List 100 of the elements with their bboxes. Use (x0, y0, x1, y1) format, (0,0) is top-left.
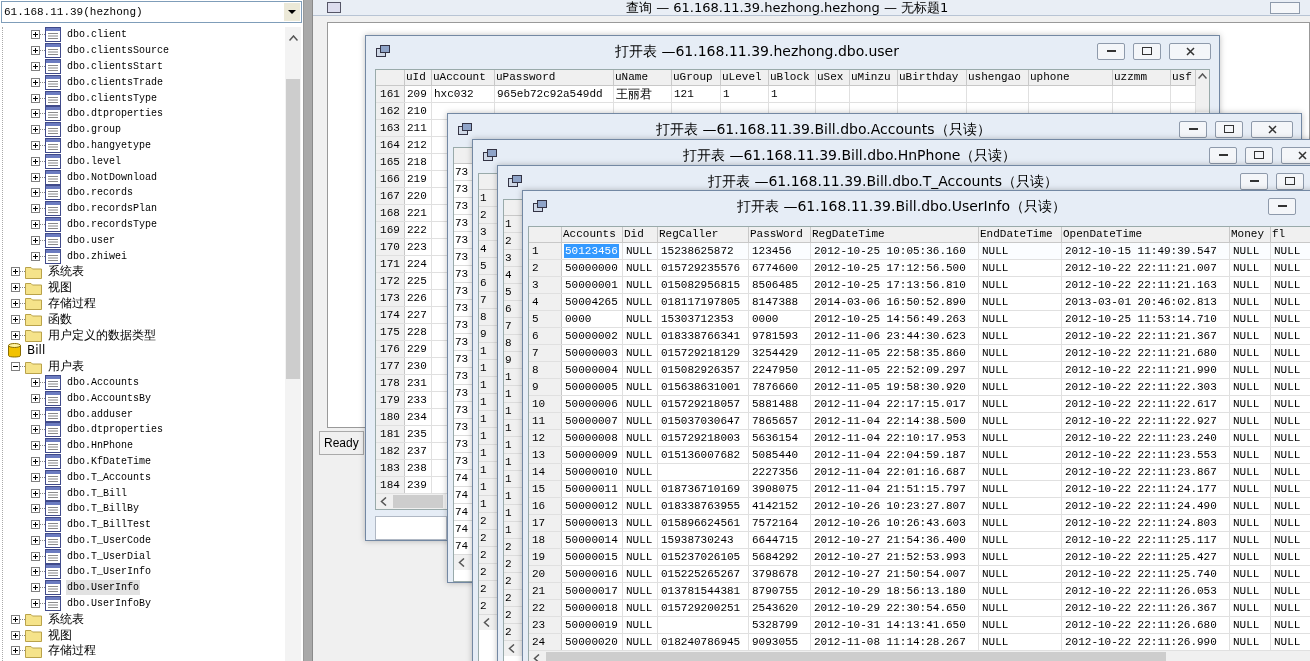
row-number[interactable]: 172 (376, 273, 405, 289)
row-number[interactable]: 20 (529, 566, 562, 582)
row-number[interactable]: 3 (529, 277, 562, 293)
tree-item[interactable]: 存储过程 (47, 295, 97, 311)
column-header[interactable]: uphone (1029, 70, 1113, 85)
row-number[interactable]: 180 (376, 409, 405, 425)
row-number[interactable]: 17 (529, 515, 562, 531)
row-number[interactable]: 12 (529, 430, 562, 446)
connection-select[interactable]: 61.168.11.39(hezhong) (1, 1, 302, 23)
tree-item[interactable]: dbo.clientsSource (66, 43, 171, 59)
column-header[interactable]: Did (623, 227, 658, 242)
tree-item[interactable]: dbo.T_Bill (66, 485, 128, 501)
row-number[interactable]: 179 (376, 392, 405, 408)
column-header[interactable]: uBirthday (898, 70, 967, 85)
table-row[interactable]: 12 50000008 NULL 015729218003 5636154 2012-11-04 22:10:17.953 NULL 2012-10-22 22:11:23.240 NULL NULL (529, 430, 1310, 447)
table-row[interactable]: 23 50000019 NULL 5328799 2012-10-31 14:13:41.650 NULL 2012-10-22 22:11:26.680 NULL NULL (529, 617, 1310, 634)
row-number[interactable]: 18 (529, 532, 562, 548)
tree-item[interactable]: 视图 (47, 627, 73, 643)
row-number[interactable]: 163 (376, 120, 405, 136)
row-number[interactable]: 174 (376, 307, 405, 323)
row-number[interactable]: 162 (376, 103, 405, 119)
row-number[interactable]: 10 (529, 396, 562, 412)
row-number[interactable]: 8 (529, 362, 562, 378)
tree-item[interactable]: dbo.T_UserCode (66, 532, 152, 548)
row-number[interactable]: 173 (376, 290, 405, 306)
row-number[interactable]: 168 (376, 205, 405, 221)
table-row[interactable]: 18 50000014 NULL 15938730243 6644715 2012-10-27 21:54:36.400 NULL 2012-10-22 22:11:25.117 NULL NULL (529, 532, 1310, 549)
table-row[interactable]: 1 50123456 NULL 15238625872 123456 2012-10-25 10:05:36.160 NULL 2012-10-15 11:49:39.547 NULL NULL (529, 243, 1310, 260)
row-number[interactable]: 182 (376, 443, 405, 459)
table-row[interactable]: 19 50000015 NULL 015237026105 5684292 2012-10-27 21:52:53.993 NULL 2012-10-22 22:11:25.427 NULL NULL (529, 549, 1310, 566)
tree-item[interactable]: dbo.UserInfo (66, 580, 140, 596)
row-number[interactable]: 184 (376, 477, 405, 493)
row-number[interactable]: 169 (376, 222, 405, 238)
table-row[interactable]: 4 50004265 NULL 018117197805 8147388 2014-03-06 16:50:52.890 NULL 2013-03-01 20:46:02.813 NULL NULL (529, 294, 1310, 311)
table-row[interactable]: 24 50000020 NULL 018240786945 9093055 2012-11-08 11:14:28.267 NULL 2012-10-22 22:11:26.990 NULL NULL (529, 634, 1310, 651)
row-number[interactable]: 7 (529, 345, 562, 361)
column-header[interactable]: Money (1230, 227, 1271, 242)
row-number[interactable]: 178 (376, 375, 405, 391)
row-number[interactable]: 21 (529, 583, 562, 599)
tree-item[interactable]: dbo.AccountsBy (66, 390, 152, 406)
tree-item[interactable]: 视图 (47, 280, 73, 296)
row-number[interactable]: 177 (376, 358, 405, 374)
table-row[interactable]: 21 50000017 NULL 013781544381 8790755 2012-10-29 18:56:13.180 NULL 2012-10-22 22:11:26.053 NULL NULL (529, 583, 1310, 600)
table-row[interactable]: 15 50000011 NULL 018736710169 3908075 2012-11-04 21:51:15.797 NULL 2012-10-22 22:11:24.177 NULL NULL (529, 481, 1310, 498)
row-number[interactable]: 11 (529, 413, 562, 429)
tree-item[interactable]: 用户定义的数据类型 (47, 327, 157, 343)
tree-item[interactable]: 函数 (47, 311, 73, 327)
table-row[interactable]: 14 50000010 NULL 2227356 2012-11-04 22:01:16.687 NULL 2012-10-22 22:11:23.867 NULL NULL (529, 464, 1310, 481)
table-row[interactable]: 2 50000000 NULL 015729235576 6774600 2012-10-25 17:12:56.500 NULL 2012-10-22 22:11:21.007 NULL NULL (529, 260, 1310, 277)
table-row[interactable]: 3 50000001 NULL 015082956815 8506485 2012-10-25 17:13:56.810 NULL 2012-10-22 22:11:21.163 NULL NULL (529, 277, 1310, 294)
row-number[interactable]: 6 (529, 328, 562, 344)
column-header[interactable]: ushengao (967, 70, 1029, 85)
tree-item[interactable]: dbo.T_UserInfo (66, 564, 152, 580)
row-number[interactable]: 171 (376, 256, 405, 272)
table-row[interactable]: 13 50000009 NULL 015136007682 5085440 2012-11-04 22:04:59.187 NULL 2012-10-22 22:11:23.553 NULL NULL (529, 447, 1310, 464)
table-row[interactable]: 8 50000004 NULL 015082926357 2247950 2012-11-05 22:52:09.297 NULL 2012-10-22 22:11:21.990 NULL NULL (529, 362, 1310, 379)
column-header[interactable]: fl (1271, 227, 1310, 242)
row-number[interactable]: 166 (376, 171, 405, 187)
column-header[interactable]: OpenDateTime (1062, 227, 1230, 242)
tree-item[interactable]: 存储过程 (47, 643, 97, 659)
column-header[interactable]: uGroup (672, 70, 721, 85)
tree-item[interactable]: dbo.dtproperties (66, 106, 164, 122)
row-number[interactable]: 161 (376, 86, 405, 102)
tree-item[interactable]: dbo.clientsTrade (66, 74, 164, 90)
tree-item[interactable]: dbo.records (66, 185, 134, 201)
tree-item[interactable]: 系统表 (47, 264, 85, 280)
tree-item[interactable]: 用户表 (47, 359, 85, 375)
tree-item[interactable]: dbo.T_BillBy (66, 501, 140, 517)
tree-item[interactable]: dbo.NotDownload (66, 169, 158, 185)
tree-item[interactable]: dbo.recordsType (66, 216, 158, 232)
column-header[interactable]: RegDateTime (811, 227, 979, 242)
row-number[interactable]: 167 (376, 188, 405, 204)
tree-item[interactable]: dbo.clientsType (66, 90, 158, 106)
tree-item[interactable]: dbo.hangyetype (66, 137, 152, 153)
table-row[interactable]: 20 50000016 NULL 015225265267 3798678 2012-10-27 21:50:54.007 NULL 2012-10-22 22:11:25.740 NULL NULL (529, 566, 1310, 583)
row-number[interactable]: 19 (529, 549, 562, 565)
tree-item[interactable]: dbo.Accounts (66, 374, 140, 390)
row-number[interactable]: 9 (529, 379, 562, 395)
row-number[interactable]: 5 (529, 311, 562, 327)
row-number[interactable]: 14 (529, 464, 562, 480)
tree-item[interactable]: dbo.HnPhone (66, 438, 134, 454)
column-header[interactable]: PassWord (749, 227, 811, 242)
table-row[interactable]: 16 50000012 NULL 018338763955 4142152 2012-10-26 10:23:27.807 NULL 2012-10-22 22:11:24.490 NULL NULL (529, 498, 1310, 515)
tree-item[interactable]: dbo.T_BillTest (66, 517, 152, 533)
table-row[interactable]: 7 50000003 NULL 015729218129 3254429 2012-11-05 22:58:35.860 NULL 2012-10-22 22:11:21.680 NULL NULL (529, 345, 1310, 362)
column-header[interactable]: uPassword (495, 70, 614, 85)
tree-item[interactable]: dbo.level (66, 153, 122, 169)
tree-item[interactable]: dbo.user (66, 232, 116, 248)
table-row[interactable]: 5 0000 NULL 15303712353 0000 2012-10-25 14:56:49.263 NULL 2012-10-25 11:53:14.710 NULL NULL (529, 311, 1310, 328)
row-number[interactable]: 24 (529, 634, 562, 650)
row-number[interactable]: 175 (376, 324, 405, 340)
tree-item[interactable]: dbo.T_UserDial (66, 548, 152, 564)
column-header[interactable]: uAccount (432, 70, 495, 85)
table-row[interactable]: 10 50000006 NULL 015729218057 5881488 2012-11-04 22:17:15.017 NULL 2012-10-22 22:11:22.617 NULL NULL (529, 396, 1310, 413)
column-header[interactable]: uId (405, 70, 432, 85)
tree-item[interactable]: dbo.T_Accounts (66, 469, 152, 485)
tree-item[interactable]: dbo.recordsPlan (66, 201, 158, 217)
row-number[interactable]: 4 (529, 294, 562, 310)
column-header[interactable]: uSex (816, 70, 850, 85)
tree-item[interactable]: dbo.client (66, 27, 128, 43)
